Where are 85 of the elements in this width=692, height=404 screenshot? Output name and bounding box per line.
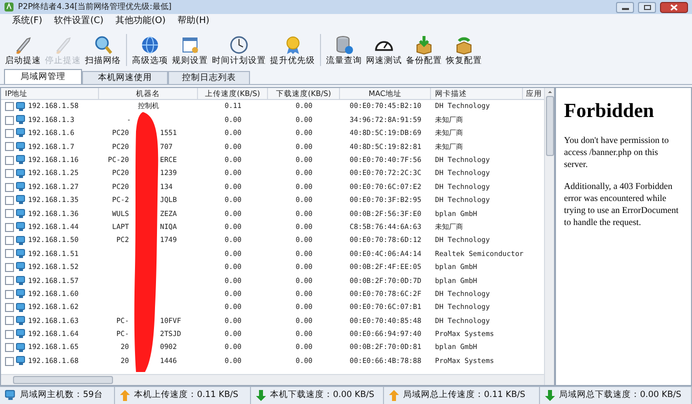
minimize-button[interactable] [616, 2, 634, 12]
down-arrow-icon [545, 390, 555, 401]
row-checkbox[interactable] [5, 222, 14, 232]
computer-icon [16, 222, 26, 232]
tab[interactable]: 本机网速使用 [82, 71, 168, 84]
up-arrow-icon [389, 390, 399, 401]
toolbar-button[interactable]: 规则设置 [171, 35, 209, 69]
page-paragraph: You don't have permission to access /banner.php on this server. [564, 134, 670, 170]
app-icon [4, 2, 14, 12]
row-checkbox[interactable] [5, 236, 14, 246]
down-arrow-icon [256, 390, 266, 401]
status-text: 本机下载速度：0.00 KB/S [270, 389, 374, 402]
row-checkbox[interactable] [5, 128, 14, 138]
toolbar-button[interactable]: 扫描网络 [84, 35, 122, 69]
toolbar-button[interactable]: 时间计划设置 [211, 35, 267, 69]
scrollbar-thumb[interactable] [546, 96, 554, 156]
computer-icon [16, 276, 26, 286]
horizontal-scrollbar-thumb[interactable] [13, 376, 113, 384]
row-checkbox[interactable] [5, 249, 14, 258]
toolbar-button[interactable]: 提升优先级 [269, 35, 316, 69]
toolbar-button[interactable]: 流量查询 [325, 35, 363, 69]
computer-icon [16, 115, 26, 126]
computer-icon [5, 390, 16, 401]
computer-icon [16, 329, 26, 340]
row-checkbox[interactable] [5, 182, 14, 192]
status-text: 局域网总上传速度：0.11 KB/S [403, 389, 526, 402]
box-icon [414, 35, 434, 56]
computer-icon [16, 302, 26, 313]
box-icon [454, 35, 474, 56]
row-checkbox[interactable] [5, 303, 14, 312]
computer-icon [16, 262, 26, 272]
globe-icon [140, 35, 160, 56]
tab[interactable]: 局域网管理 [4, 69, 82, 84]
computer-icon [16, 142, 26, 152]
toolbar-button[interactable]: 备份配置 [405, 35, 443, 69]
close-button[interactable] [660, 2, 688, 12]
tab[interactable]: 控制日志列表 [168, 71, 250, 84]
row-checkbox[interactable] [5, 209, 14, 218]
row-checkbox[interactable] [5, 316, 14, 326]
toolbar-button[interactable]: 网速测试 [365, 35, 403, 69]
computer-icon [16, 208, 26, 219]
menu-item[interactable]: 软件设置(C) [54, 15, 104, 29]
menu-item[interactable]: 其他功能(O) [116, 15, 166, 29]
menu-item[interactable]: 系统(F) [12, 15, 42, 29]
computer-icon [16, 316, 26, 326]
toolbar-button[interactable]: 恢复配置 [445, 35, 483, 69]
computer-icon [16, 155, 26, 166]
computer-icon [16, 128, 26, 138]
row-checkbox[interactable] [5, 169, 14, 178]
menu-item[interactable]: 帮助(H) [178, 15, 210, 29]
toolbar-button[interactable]: 高级选项 [131, 35, 169, 69]
table-icon [180, 35, 200, 56]
up-arrow-icon [120, 390, 130, 401]
status-text: 局域网总下载速度：0.00 KB/S [559, 389, 682, 402]
row-checkbox[interactable] [5, 156, 14, 165]
search-icon [93, 35, 113, 56]
computer-icon [16, 356, 26, 366]
row-checkbox[interactable] [5, 142, 14, 152]
computer-icon [16, 182, 26, 192]
page-heading: Forbidden [564, 99, 656, 124]
database-icon [334, 35, 354, 56]
row-checkbox[interactable] [5, 356, 14, 366]
row-checkbox[interactable] [5, 290, 14, 299]
computer-icon [16, 102, 26, 112]
toolbar-button[interactable]: 启动提速 [4, 35, 42, 69]
computer-icon [16, 342, 26, 353]
row-checkbox[interactable] [5, 196, 14, 205]
status-text: 本机上传速度：0.11 KB/S [134, 389, 238, 402]
computer-icon [16, 248, 26, 259]
status-text: 局域网主机数：59台 [20, 389, 103, 402]
clock-icon [229, 35, 249, 56]
page-paragraph: Additionally, a 403 Forbidden error was encountered while trying to use an ErrorDocument to handle the request. [564, 180, 680, 228]
window-title: P2P终结者4.34[当前网络管理优先级:最低] [18, 1, 172, 13]
row-checkbox[interactable] [5, 262, 14, 272]
computer-icon [16, 236, 26, 246]
maximize-button[interactable] [638, 2, 656, 12]
row-checkbox[interactable] [5, 276, 14, 286]
computer-icon [16, 195, 26, 206]
row-checkbox[interactable] [5, 102, 14, 112]
scroll-up-icon[interactable] [546, 88, 554, 96]
row-checkbox[interactable] [5, 330, 14, 339]
row-checkbox[interactable] [5, 343, 14, 352]
computer-icon [16, 168, 26, 179]
computer-icon [16, 289, 26, 300]
row-checkbox[interactable] [5, 116, 14, 125]
